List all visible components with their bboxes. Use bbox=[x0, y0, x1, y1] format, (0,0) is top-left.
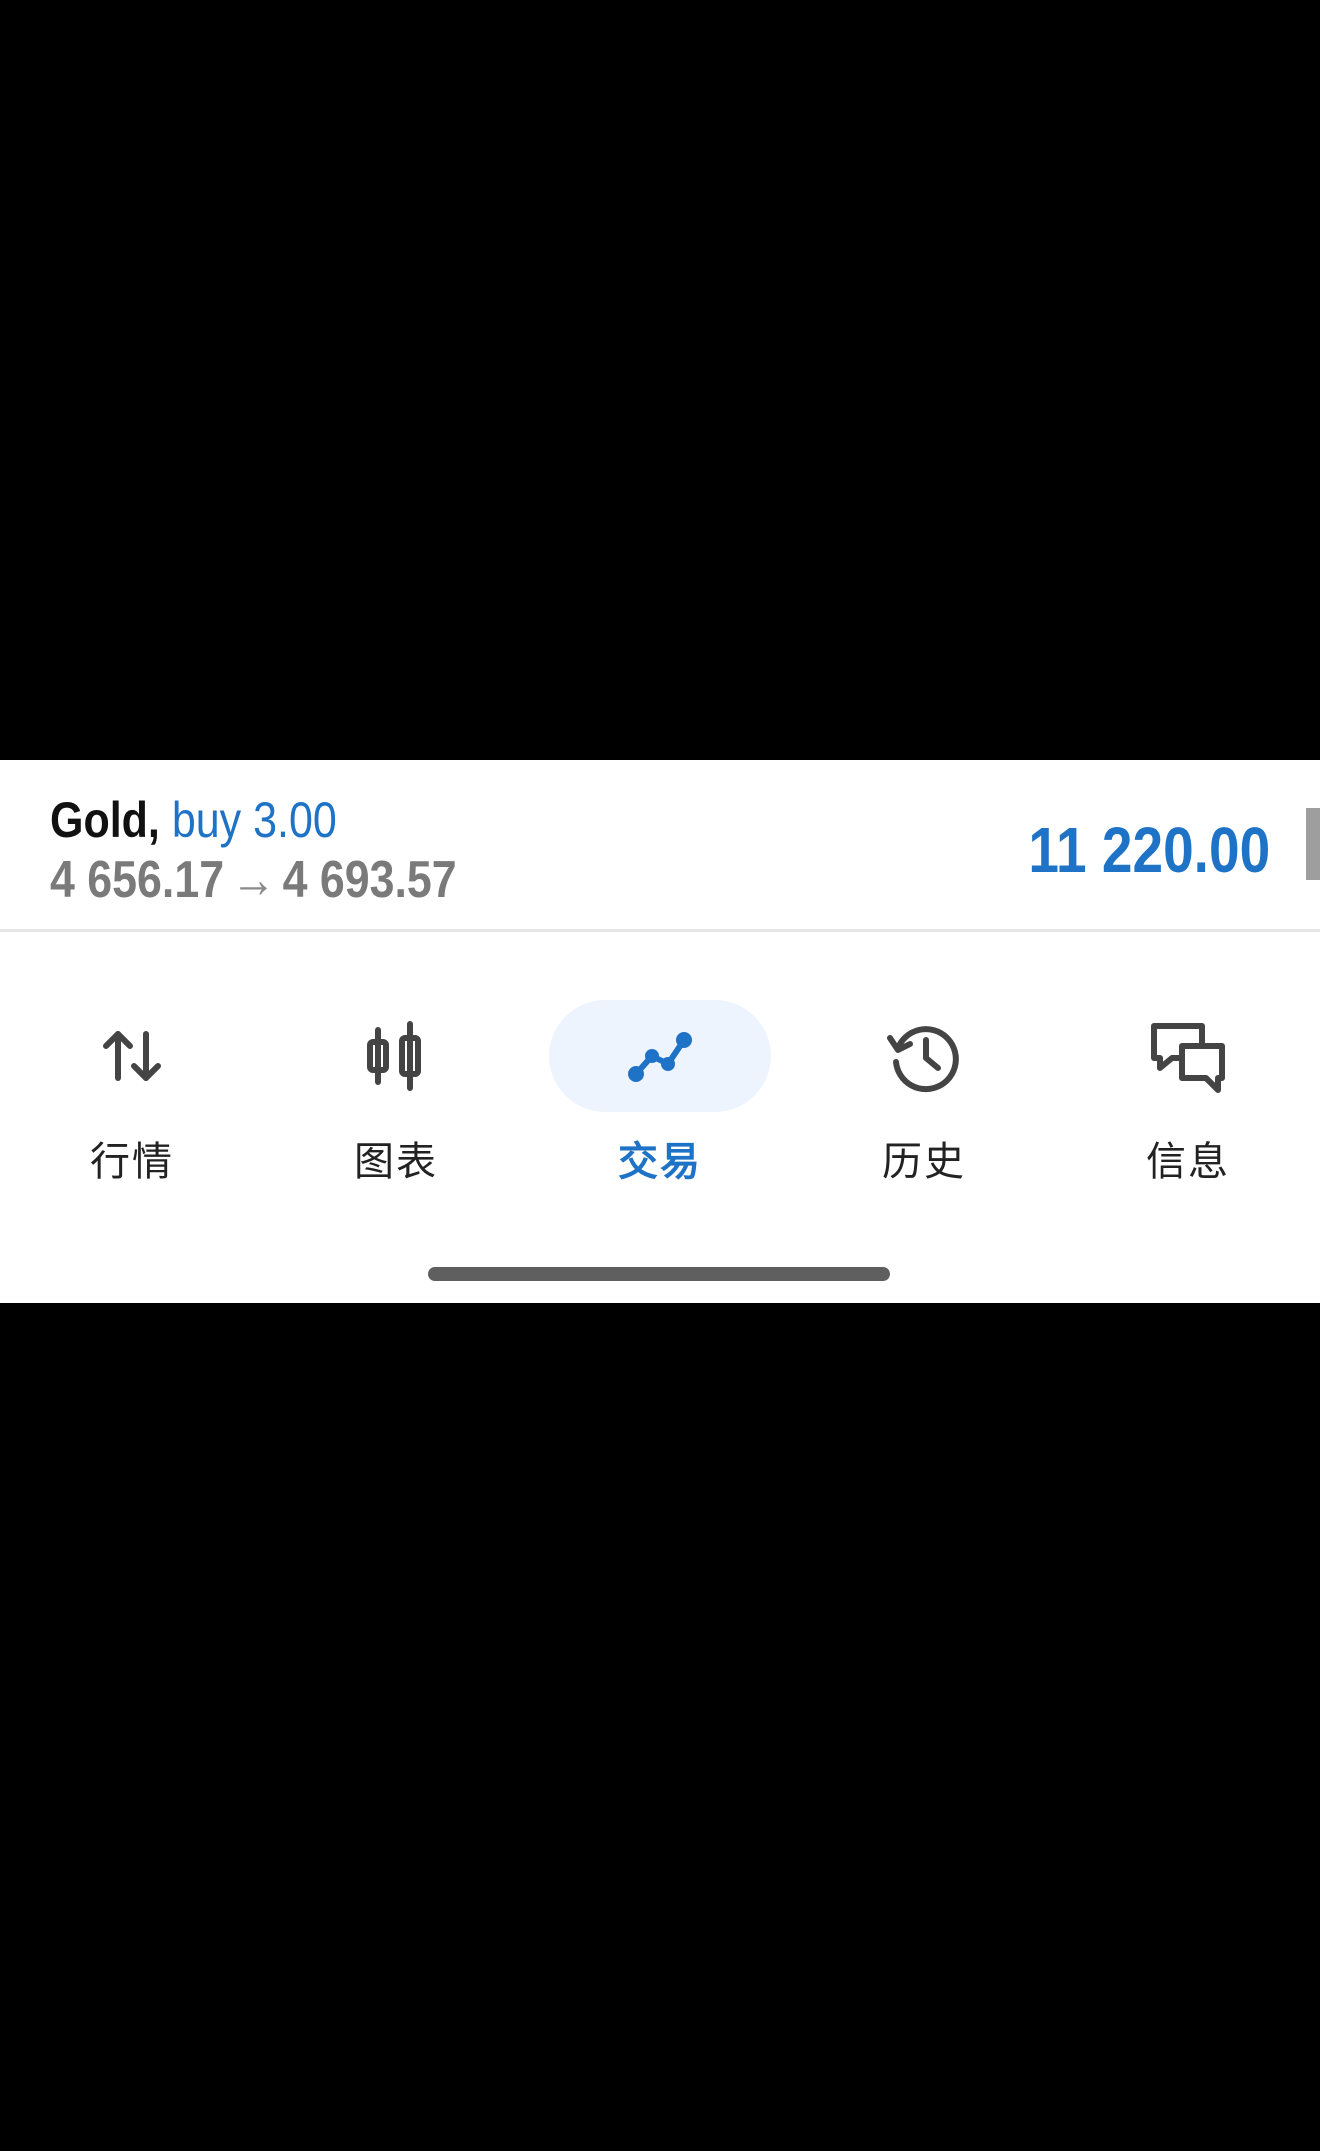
history-clock-icon bbox=[887, 1026, 959, 1093]
nav-item-messages[interactable]: 信息 bbox=[1056, 1000, 1320, 1185]
candlestick-icon bbox=[367, 1021, 421, 1091]
nav-item-trade[interactable]: 交易 bbox=[528, 1000, 792, 1185]
nav-icon-container bbox=[549, 1000, 771, 1112]
scroll-edge-indicator bbox=[1306, 808, 1320, 880]
nav-label: 交易 bbox=[618, 1139, 702, 1185]
nav-item-history[interactable]: 历史 bbox=[792, 1000, 1056, 1185]
nav-icon-container bbox=[285, 1000, 507, 1112]
trade-title: Gold, buy 3.00 bbox=[50, 790, 337, 850]
home-indicator[interactable] bbox=[428, 1267, 890, 1281]
trend-line-icon bbox=[628, 1032, 692, 1082]
open-price: 4 656.17 bbox=[50, 851, 225, 909]
black-letterbox-top bbox=[0, 0, 1320, 760]
nav-icon-container bbox=[1077, 1000, 1299, 1112]
chat-bubbles-icon bbox=[1151, 1023, 1225, 1093]
current-price: 4 693.57 bbox=[282, 851, 457, 909]
nav-icon-container bbox=[21, 1000, 243, 1112]
arrows-up-down-icon bbox=[103, 1031, 161, 1081]
trade-profit: 11 220.00 bbox=[1028, 814, 1270, 886]
nav-label: 信息 bbox=[1146, 1139, 1230, 1185]
trade-symbol: Gold, bbox=[50, 792, 160, 848]
price-arrow-icon: → bbox=[230, 851, 276, 909]
trade-side-volume: buy 3.00 bbox=[171, 792, 337, 848]
nav-item-quotes[interactable]: 行情 bbox=[0, 1000, 264, 1185]
trade-prices: 4 656.17 → 4 693.57 bbox=[50, 850, 457, 910]
black-letterbox-bottom bbox=[0, 1303, 1320, 2151]
bottom-panel: Gold, buy 3.00 4 656.17 → 4 693.57 11 220.… bbox=[0, 760, 1320, 1303]
nav-item-chart[interactable]: 图表 bbox=[264, 1000, 528, 1185]
nav-label: 历史 bbox=[882, 1139, 966, 1185]
nav-label: 图表 bbox=[354, 1139, 438, 1185]
bottom-navigation: 行情 图表 交易 历史 信息 bbox=[0, 1000, 1320, 1185]
nav-icon-container bbox=[813, 1000, 1035, 1112]
nav-label: 行情 bbox=[90, 1139, 174, 1185]
trade-position-row[interactable]: Gold, buy 3.00 4 656.17 → 4 693.57 11 220.… bbox=[0, 760, 1320, 932]
